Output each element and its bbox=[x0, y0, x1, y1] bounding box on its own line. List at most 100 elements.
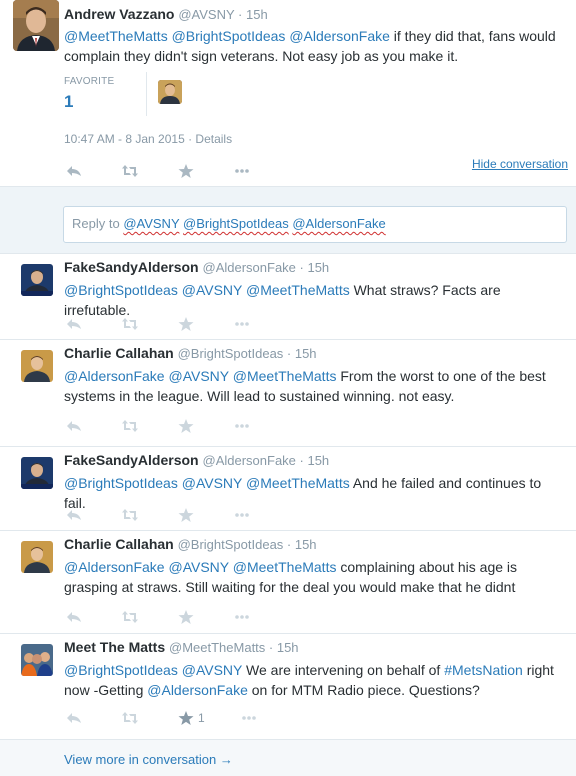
tweet-text: @AldersonFake @AVSNY @MeetTheMatts From … bbox=[64, 366, 564, 406]
favorite-star-icon[interactable] bbox=[178, 609, 194, 625]
reply-mention: @AVSNY bbox=[123, 216, 180, 231]
avatar[interactable] bbox=[21, 350, 53, 382]
favorite-star-icon[interactable] bbox=[178, 507, 194, 523]
mention-link[interactable]: @MeetTheMatts bbox=[246, 282, 350, 298]
reply-icon[interactable] bbox=[66, 316, 82, 332]
avatar[interactable] bbox=[21, 644, 53, 676]
tweet-timestamp[interactable]: 10:47 AM - 8 Jan 2015 · Details bbox=[64, 132, 232, 146]
tweet-actions: 1 bbox=[66, 710, 297, 726]
retweet-icon[interactable] bbox=[122, 418, 138, 434]
tweet-text: @BrightSpotIdeas @AVSNY @MeetTheMatts Wh… bbox=[64, 280, 564, 320]
tweet-actions bbox=[66, 163, 290, 179]
reply-tweet[interactable]: Charlie Callahan @BrightSpotIdeas · 15h … bbox=[0, 340, 576, 447]
tweet-actions bbox=[66, 316, 290, 332]
author-fullname[interactable]: FakeSandyAlderson bbox=[64, 259, 199, 275]
reply-mention: @AldersonFake bbox=[292, 216, 386, 231]
more-options-icon[interactable] bbox=[234, 609, 250, 625]
reply-tweet[interactable]: FakeSandyAlderson @AldersonFake · 15h @B… bbox=[0, 447, 576, 531]
author-fullname[interactable]: Andrew Vazzano bbox=[64, 6, 174, 22]
favorite-stat-label: FAVORITE bbox=[64, 76, 115, 87]
tweet-header: Andrew Vazzano @AVSNY · 15h bbox=[64, 6, 268, 22]
reply-icon[interactable] bbox=[66, 418, 82, 434]
hide-conversation-link[interactable]: Hide conversation bbox=[472, 157, 568, 171]
favorite-star-icon[interactable] bbox=[178, 316, 194, 332]
retweet-icon[interactable] bbox=[122, 163, 138, 179]
mention-link[interactable]: @AldersonFake bbox=[64, 368, 165, 384]
author-handle-time[interactable]: @AldersonFake · 15h bbox=[203, 260, 330, 275]
more-options-icon[interactable] bbox=[234, 163, 250, 179]
tweet-header: FakeSandyAlderson @AldersonFake · 15h bbox=[64, 452, 329, 468]
tweet-body-text: on for MTM Radio piece. Questions? bbox=[247, 682, 480, 698]
favoriter-avatar[interactable] bbox=[158, 80, 182, 104]
avatar[interactable] bbox=[13, 0, 59, 51]
author-handle-time[interactable]: @BrightSpotIdeas · 15h bbox=[178, 537, 317, 552]
tweet-header: FakeSandyAlderson @AldersonFake · 15h bbox=[64, 259, 329, 275]
reply-composer-area: Reply to @AVSNY @BrightSpotIdeas @Alders… bbox=[0, 187, 576, 254]
retweet-icon[interactable] bbox=[122, 316, 138, 332]
author-fullname[interactable]: Charlie Callahan bbox=[64, 345, 174, 361]
reply-icon[interactable] bbox=[66, 507, 82, 523]
mention-link[interactable]: @BrightSpotIdeas bbox=[64, 475, 178, 491]
author-handle-time[interactable]: @BrightSpotIdeas · 15h bbox=[178, 346, 317, 361]
author-fullname[interactable]: FakeSandyAlderson bbox=[64, 452, 199, 468]
author-handle-time[interactable]: @AVSNY · 15h bbox=[178, 7, 267, 22]
more-options-icon[interactable] bbox=[234, 418, 250, 434]
retweet-icon[interactable] bbox=[122, 609, 138, 625]
expanded-tweet: Andrew Vazzano @AVSNY · 15h @MeetTheMatt… bbox=[0, 0, 576, 187]
view-more-in-conversation-link[interactable]: View more in conversation → bbox=[64, 752, 233, 767]
mention-link[interactable]: @MeetTheMatts bbox=[246, 475, 350, 491]
retweet-icon[interactable] bbox=[122, 710, 138, 726]
favorite-count: 1 bbox=[198, 711, 205, 725]
view-more-row: View more in conversation → bbox=[0, 740, 576, 776]
tweet-text: @AldersonFake @AVSNY @MeetTheMatts compl… bbox=[64, 557, 564, 597]
stat-divider bbox=[146, 72, 147, 116]
favorite-star-icon[interactable] bbox=[178, 710, 194, 726]
tweet-header: Meet The Matts @MeetTheMatts · 15h bbox=[64, 639, 299, 655]
mention-link[interactable]: @AldersonFake bbox=[289, 28, 390, 44]
mention-link[interactable]: @AVSNY bbox=[182, 662, 242, 678]
tweet-actions bbox=[66, 609, 290, 625]
reply-icon[interactable] bbox=[66, 710, 82, 726]
tweet-text: @BrightSpotIdeas @AVSNY We are interveni… bbox=[64, 660, 564, 700]
retweet-icon[interactable] bbox=[122, 507, 138, 523]
reply-input[interactable]: Reply to @AVSNY @BrightSpotIdeas @Alders… bbox=[63, 206, 567, 243]
hashtag-link[interactable]: #MetsNation bbox=[444, 662, 523, 678]
mention-link[interactable]: @BrightSpotIdeas bbox=[172, 28, 286, 44]
reply-tweet[interactable]: FakeSandyAlderson @AldersonFake · 15h @B… bbox=[0, 254, 576, 340]
mention-link[interactable]: @MeetTheMatts bbox=[64, 28, 168, 44]
mention-link[interactable]: @AVSNY bbox=[182, 282, 242, 298]
mention-link[interactable]: @AVSNY bbox=[168, 368, 228, 384]
avatar[interactable] bbox=[21, 264, 53, 296]
more-options-icon[interactable] bbox=[241, 710, 257, 726]
tweet-header: Charlie Callahan @BrightSpotIdeas · 15h bbox=[64, 536, 317, 552]
favorite-stat-count[interactable]: 1 bbox=[64, 92, 73, 112]
tweet-actions bbox=[66, 418, 290, 434]
tweet-header: Charlie Callahan @BrightSpotIdeas · 15h bbox=[64, 345, 317, 361]
mention-link[interactable]: @BrightSpotIdeas bbox=[64, 662, 178, 678]
more-options-icon[interactable] bbox=[234, 507, 250, 523]
mention-link[interactable]: @AVSNY bbox=[168, 559, 228, 575]
mention-link[interactable]: @MeetTheMatts bbox=[233, 559, 337, 575]
avatar[interactable] bbox=[21, 541, 53, 573]
favorite-star-icon[interactable] bbox=[178, 418, 194, 434]
reply-icon[interactable] bbox=[66, 163, 82, 179]
avatar[interactable] bbox=[21, 457, 53, 489]
author-handle-time[interactable]: @AldersonFake · 15h bbox=[203, 453, 330, 468]
tweet-text: @MeetTheMatts @BrightSpotIdeas @Alderson… bbox=[64, 26, 564, 66]
reply-mention: @BrightSpotIdeas bbox=[183, 216, 289, 231]
reply-icon[interactable] bbox=[66, 609, 82, 625]
reply-tweet[interactable]: Meet The Matts @MeetTheMatts · 15h @Brig… bbox=[0, 634, 576, 740]
author-fullname[interactable]: Meet The Matts bbox=[64, 639, 165, 655]
mention-link[interactable]: @AVSNY bbox=[182, 475, 242, 491]
more-options-icon[interactable] bbox=[234, 316, 250, 332]
author-handle-time[interactable]: @MeetTheMatts · 15h bbox=[169, 640, 299, 655]
mention-link[interactable]: @BrightSpotIdeas bbox=[64, 282, 178, 298]
reply-tweet[interactable]: Charlie Callahan @BrightSpotIdeas · 15h … bbox=[0, 531, 576, 634]
mention-link[interactable]: @AldersonFake bbox=[147, 682, 248, 698]
reply-prefix: Reply to bbox=[72, 216, 124, 231]
author-fullname[interactable]: Charlie Callahan bbox=[64, 536, 174, 552]
mention-link[interactable]: @AldersonFake bbox=[64, 559, 165, 575]
favorite-star-icon[interactable] bbox=[178, 163, 194, 179]
mention-link[interactable]: @MeetTheMatts bbox=[233, 368, 337, 384]
tweet-actions bbox=[66, 507, 290, 523]
